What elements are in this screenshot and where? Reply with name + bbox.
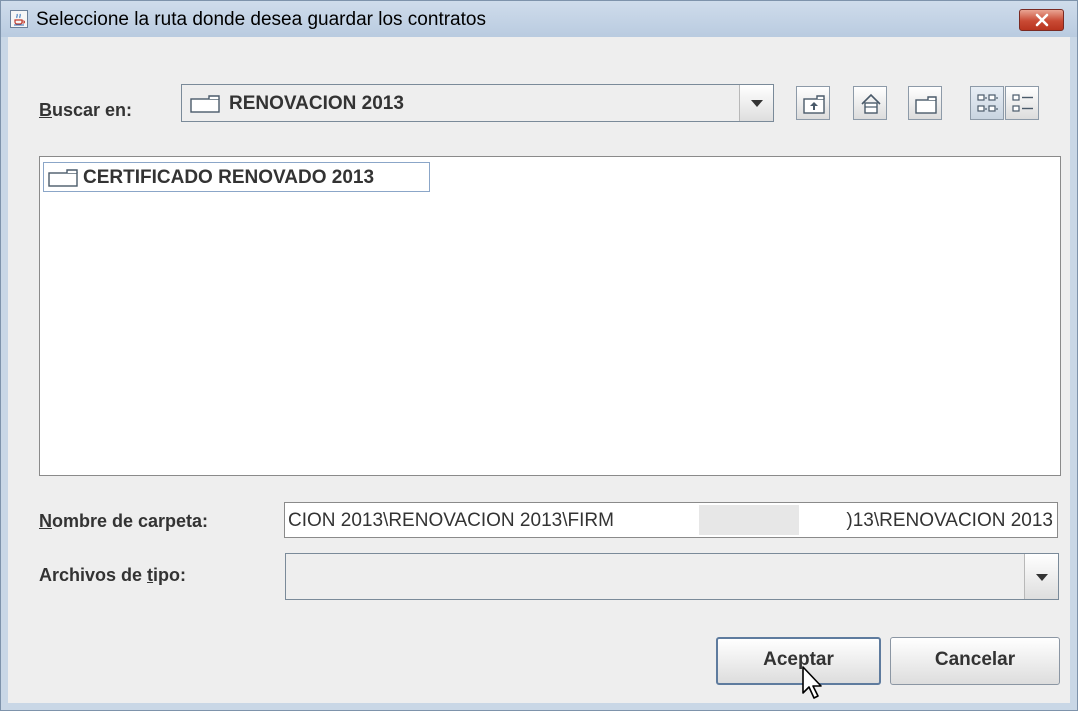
home-button[interactable] xyxy=(853,86,887,120)
dialog-content: Buscar en: RENOVACION 2013 CERTIFICADO R… xyxy=(8,37,1070,703)
details-view-button[interactable] xyxy=(1005,86,1039,120)
look-in-combo[interactable]: RENOVACION 2013 xyxy=(181,84,774,122)
folder-name-label: Nombre de carpeta: xyxy=(39,511,209,531)
folder-icon xyxy=(48,169,78,187)
up-one-level-button[interactable] xyxy=(796,86,830,120)
file-type-combo[interactable] xyxy=(285,553,1059,600)
folder-name-value-end: )13\RENOVACION 2013 xyxy=(846,510,1053,531)
file-chooser-dialog: Seleccione la ruta donde desea guardar l… xyxy=(0,0,1078,711)
new-folder-icon xyxy=(915,96,937,114)
list-view-button[interactable] xyxy=(970,86,1004,120)
accept-button[interactable]: Aceptar xyxy=(716,637,881,685)
look-in-label: Buscar en: xyxy=(39,100,133,120)
file-type-label: Archivos de tipo: xyxy=(39,565,187,585)
new-folder-button[interactable] xyxy=(908,86,942,120)
list-item[interactable]: CERTIFICADO RENOVADO 2013 xyxy=(43,162,430,192)
chevron-down-icon[interactable] xyxy=(1024,554,1058,599)
list-item-label: CERTIFICADO RENOVADO 2013 xyxy=(83,167,375,188)
close-icon xyxy=(1035,13,1049,27)
dialog-title: Seleccione la ruta donde desea guardar l… xyxy=(36,9,486,30)
look-in-value: RENOVACION 2013 xyxy=(229,93,404,114)
file-list[interactable]: CERTIFICADO RENOVADO 2013 xyxy=(39,156,1061,476)
list-view-icon xyxy=(977,94,998,112)
field-redaction xyxy=(699,505,799,535)
mouse-cursor-icon xyxy=(802,666,822,699)
title-bar[interactable]: Seleccione la ruta donde desea guardar l… xyxy=(1,1,1077,37)
details-view-icon xyxy=(1012,94,1033,112)
home-icon xyxy=(861,93,881,114)
folder-icon xyxy=(190,95,220,113)
cancel-button[interactable]: Cancelar xyxy=(890,637,1060,685)
java-cup-icon xyxy=(10,10,28,28)
chevron-down-icon[interactable] xyxy=(739,85,773,121)
folder-name-value-start: CION 2013\RENOVACION 2013\FIRM xyxy=(288,510,614,531)
folder-up-icon xyxy=(803,95,825,114)
close-button[interactable] xyxy=(1019,9,1064,31)
folder-name-field[interactable]: CION 2013\RENOVACION 2013\FIRM )13\RENOV… xyxy=(284,502,1058,538)
